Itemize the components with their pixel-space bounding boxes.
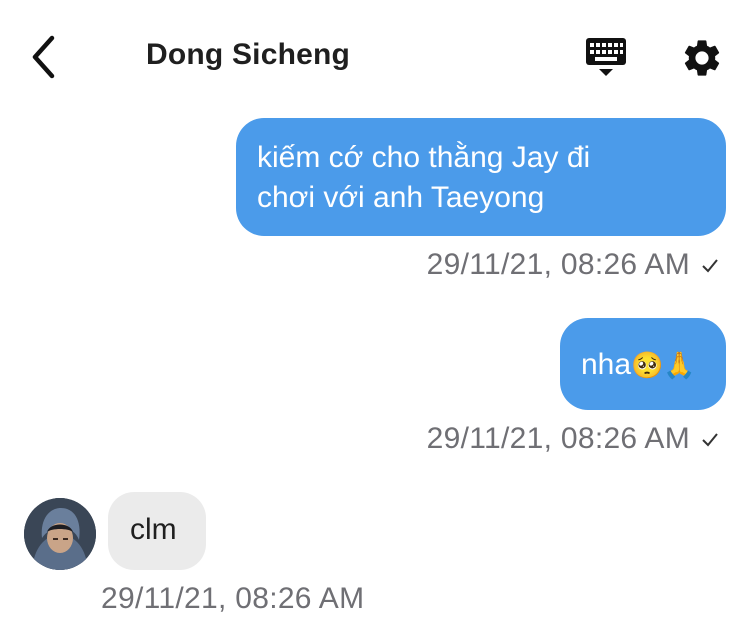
avatar[interactable] <box>24 498 96 570</box>
checkmark-icon <box>702 259 718 273</box>
back-chevron-icon <box>32 35 55 79</box>
sent-message-bubble[interactable]: nha🥺🙏 <box>560 318 726 410</box>
message-text: nha <box>581 348 632 381</box>
message-timestamp: 29/11/21, 08:26 AM <box>426 422 690 455</box>
gear-icon <box>684 40 720 76</box>
message-timestamp: 29/11/21, 08:26 AM <box>426 248 690 281</box>
message-text-line: kiếm cớ cho thằng Jay đi <box>257 141 591 174</box>
emoji-text: 🥺🙏 <box>631 351 696 381</box>
avatar-photo <box>24 498 96 570</box>
chat-screen: Dong Sicheng kiếm cớ cho thằng Jay đi ch… <box>0 0 750 625</box>
keyboard-button[interactable] <box>584 36 628 80</box>
message-text: clm <box>130 513 177 546</box>
keyboard-icon <box>586 38 626 76</box>
sent-message-bubble[interactable]: kiếm cớ cho thằng Jay đi chơi với anh Ta… <box>236 118 726 236</box>
chat-header: Dong Sicheng <box>0 0 750 100</box>
received-message-bubble[interactable]: clm <box>108 492 206 570</box>
page-title: Dong Sicheng <box>146 38 351 71</box>
back-button[interactable] <box>24 34 64 80</box>
settings-button[interactable] <box>680 36 724 80</box>
message-timestamp: 29/11/21, 08:26 AM <box>101 582 365 615</box>
checkmark-icon <box>702 433 718 447</box>
message-text-line: chơi với anh Taeyong <box>257 181 545 214</box>
